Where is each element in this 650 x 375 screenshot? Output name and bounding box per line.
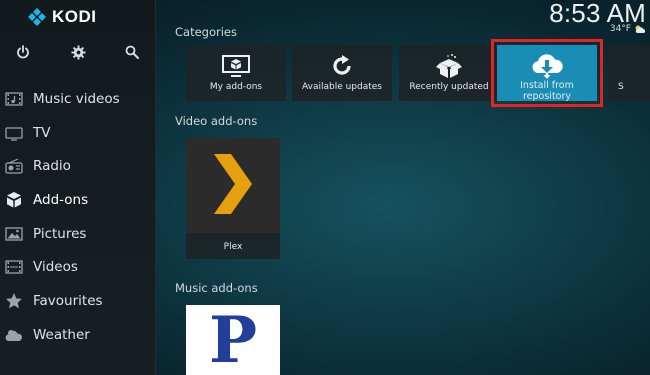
star-icon: [4, 291, 24, 311]
tile-label: Recently updated: [409, 82, 489, 92]
film-icon: [4, 257, 24, 277]
addon-label: Plex: [223, 242, 243, 252]
tile-label: My add-ons: [209, 82, 263, 92]
plex-thumbnail: [186, 138, 280, 233]
sidebar-item-addons[interactable]: Add-ons: [0, 183, 156, 217]
addon-tile-pandora[interactable]: P: [186, 305, 280, 375]
radio-icon: [4, 156, 24, 176]
weather-status: 34°F: [610, 24, 646, 34]
sidebar-item-label: Add-ons: [33, 191, 89, 208]
sidebar-item-label: Favourites: [33, 292, 103, 309]
sidebar-item-label: TV: [33, 124, 51, 141]
pandora-letter: P: [208, 303, 258, 375]
video-addons-title: Video add-ons: [175, 114, 258, 128]
sidebar-item-label: Weather: [33, 326, 90, 343]
sidebar-nav: Music videos TV Radio Add-ons Pictures V…: [0, 82, 156, 352]
pandora-logo-icon: P: [186, 305, 280, 375]
tile-partial[interactable]: S: [608, 45, 650, 101]
app-name: KODI: [52, 7, 97, 26]
sidebar-item-weather[interactable]: Weather: [0, 318, 156, 352]
tile-my-addons[interactable]: My add-ons: [186, 45, 286, 101]
sidebar-item-radio[interactable]: Radio: [0, 149, 156, 183]
tile-available-updates[interactable]: Available updates: [292, 45, 392, 101]
kodi-logo[interactable]: KODI: [28, 6, 97, 28]
sidebar-item-music-videos[interactable]: Music videos: [0, 82, 156, 116]
sidebar-item-favourites[interactable]: Favourites: [0, 284, 156, 318]
sidebar: KODI Music videos TV Radio Add-ons Pictu…: [0, 0, 156, 375]
tile-label-line2: repository: [522, 91, 572, 102]
tile-recently-updated[interactable]: Recently updated: [399, 45, 499, 101]
music-video-icon: [4, 89, 24, 109]
power-icon[interactable]: [11, 40, 35, 64]
refresh-icon: [292, 52, 392, 80]
music-addons-title: Music add-ons: [175, 281, 258, 295]
cloud-download-icon: [497, 51, 597, 79]
sidebar-item-label: Pictures: [33, 225, 87, 242]
open-box-icon: [399, 52, 499, 80]
sidebar-item-label: Radio: [33, 158, 71, 175]
sidebar-item-pictures[interactable]: Pictures: [0, 217, 156, 251]
tv-icon: [4, 123, 24, 143]
tile-install-from-repository[interactable]: Install from repository: [491, 39, 603, 107]
search-icon[interactable]: [120, 40, 144, 64]
temperature: 34°F: [609, 24, 631, 34]
sidebar-item-label: Music videos: [33, 90, 120, 107]
monitor-box-icon: [186, 52, 286, 80]
kodi-logo-icon: [28, 8, 46, 26]
cloud-icon: [4, 325, 24, 345]
sidebar-item-label: Videos: [33, 259, 78, 276]
tile-label: S: [618, 82, 624, 92]
plex-chevron-icon: [214, 153, 252, 218]
addon-tile-plex[interactable]: Plex: [186, 138, 280, 259]
sidebar-item-tv[interactable]: TV: [0, 116, 156, 150]
sidebar-item-videos[interactable]: Videos: [0, 250, 156, 284]
partly-cloudy-icon: [634, 24, 646, 34]
tile-label-line1: Install from: [520, 80, 574, 91]
categories-title: Categories: [175, 25, 237, 39]
pictures-icon: [4, 224, 24, 244]
gear-icon[interactable]: [66, 40, 90, 64]
addons-box-icon: [4, 190, 24, 210]
sidebar-top-icons: [0, 40, 156, 66]
tile-label: Available updates: [302, 82, 382, 92]
tile-label: Install from repository: [497, 80, 597, 102]
